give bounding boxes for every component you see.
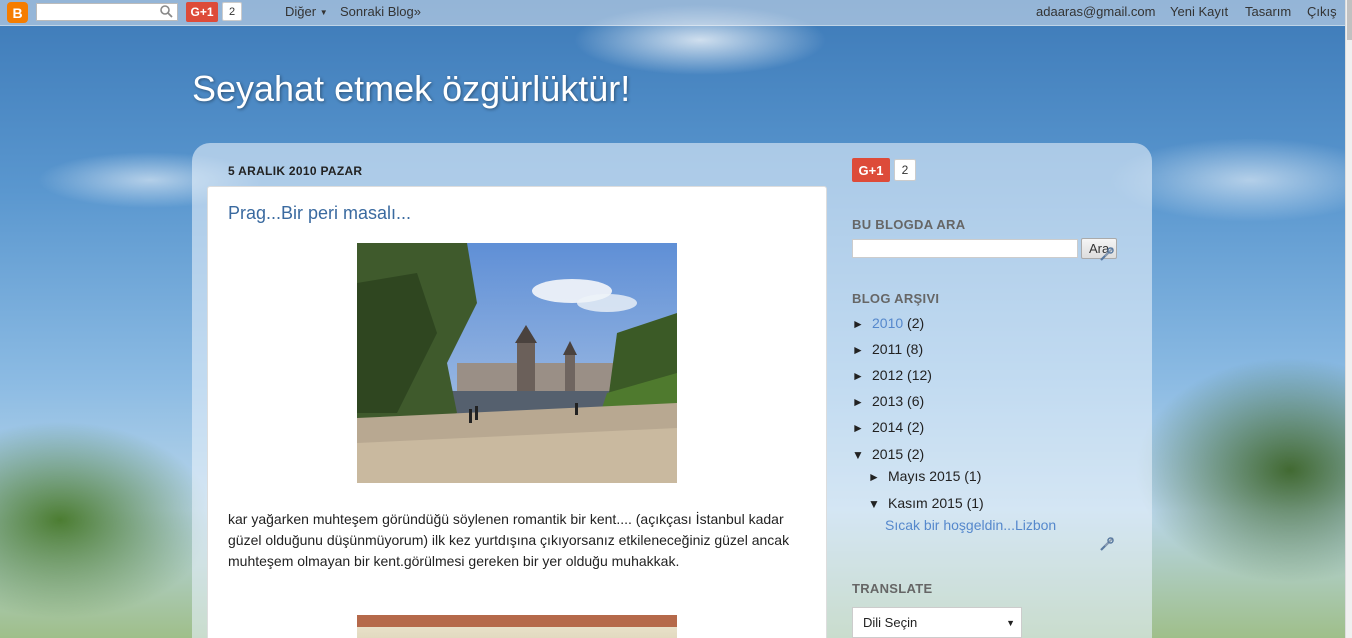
- archive-month-nov-2015[interactable]: ▼ Kasım 2015 (1): [868, 495, 984, 511]
- archive-month-label[interactable]: Kasım 2015: [888, 495, 963, 511]
- post-title[interactable]: Prag...Bir peri masalı...: [228, 203, 411, 224]
- navbar-search: [36, 3, 178, 21]
- navbar-search-input[interactable]: [37, 4, 157, 20]
- archive-count: (2): [907, 419, 925, 435]
- edit-widget-icon[interactable]: [1097, 244, 1117, 264]
- more-menu-label: Diğer: [285, 4, 317, 19]
- post-date: 5 ARALIK 2010 PAZAR: [228, 164, 363, 178]
- archive-count: (1): [966, 495, 984, 511]
- archive-year-2013[interactable]: ► 2013 (6): [852, 393, 924, 409]
- archive-year-2015[interactable]: ▼ 2015 (2): [852, 446, 924, 462]
- collapse-arrow-icon[interactable]: ▼: [852, 448, 872, 462]
- translate-widget-title: TRANSLATE: [852, 581, 933, 596]
- edit-widget-icon[interactable]: [1097, 534, 1117, 554]
- next-blog-link[interactable]: Sonraki Blog»: [340, 4, 421, 19]
- blogger-navbar: B G+1 2 Diğer ▼ Sonraki Blog» adaaras@gm…: [0, 0, 1345, 26]
- gplus-count: 2: [222, 2, 242, 21]
- search-icon[interactable]: [160, 5, 173, 21]
- post: Prag...Bir peri masalı... kar yağarken m…: [207, 186, 827, 638]
- design-link[interactable]: Tasarım: [1245, 4, 1291, 19]
- archive-year-label[interactable]: 2013: [872, 393, 903, 409]
- more-menu[interactable]: Diğer ▼: [285, 4, 328, 19]
- expand-arrow-icon[interactable]: ►: [852, 369, 872, 383]
- language-select[interactable]: Dili Seçin ▼: [852, 607, 1022, 638]
- archive-post-link[interactable]: Sıcak bir hoşgeldin...Lizbon: [885, 517, 1056, 533]
- archive-count: (8): [906, 341, 924, 357]
- collapse-arrow-icon[interactable]: ▼: [868, 497, 888, 511]
- page-scrollbar[interactable]: [1345, 0, 1352, 638]
- language-select-value: Dili Seçin: [863, 615, 918, 630]
- sidebar-gplus-button[interactable]: G+1: [852, 158, 890, 182]
- archive-year-2011[interactable]: ► 2011 (8): [852, 341, 923, 357]
- archive-year-2010[interactable]: ► 2010 (2): [852, 315, 924, 331]
- archive-count: (6): [907, 393, 925, 409]
- archive-year-label[interactable]: 2015: [872, 446, 903, 462]
- archive-year-label[interactable]: 2014: [872, 419, 903, 435]
- blogger-logo-icon[interactable]: B: [7, 2, 28, 23]
- archive-year-label[interactable]: 2011: [872, 341, 902, 357]
- archive-month-may-2015[interactable]: ► Mayıs 2015 (1): [868, 468, 981, 484]
- archive-year-2014[interactable]: ► 2014 (2): [852, 419, 924, 435]
- gplus-button[interactable]: G+1: [186, 2, 218, 22]
- archive-year-2012[interactable]: ► 2012 (12): [852, 367, 932, 383]
- archive-count: (2): [907, 315, 925, 331]
- sidebar-gplus-count: 2: [894, 159, 916, 181]
- new-post-link[interactable]: Yeni Kayıt: [1170, 4, 1228, 19]
- user-email[interactable]: adaaras@gmail.com: [1036, 4, 1155, 19]
- archive-year-label[interactable]: 2010: [872, 315, 903, 331]
- blog-title[interactable]: Seyahat etmek özgürlüktür!: [192, 68, 630, 110]
- dropdown-arrow-icon: ▼: [1006, 617, 1015, 628]
- logout-link[interactable]: Çıkış: [1307, 4, 1337, 19]
- search-widget-title: BU BLOGDA ARA: [852, 217, 966, 232]
- archive-count: (12): [907, 367, 932, 383]
- expand-arrow-icon[interactable]: ►: [868, 470, 888, 484]
- expand-arrow-icon[interactable]: ►: [852, 395, 872, 409]
- caret-down-icon: ▼: [319, 8, 328, 18]
- post-body-text: kar yağarken muhteşem göründüğü söylenen…: [228, 511, 790, 569]
- archive-widget-title: BLOG ARŞIVI: [852, 291, 940, 306]
- expand-arrow-icon[interactable]: ►: [852, 343, 872, 357]
- archive-month-label[interactable]: Mayıs 2015: [888, 468, 960, 484]
- scrollbar-thumb[interactable]: [1347, 0, 1352, 40]
- expand-arrow-icon[interactable]: ►: [852, 317, 872, 331]
- post-image-second[interactable]: [357, 615, 677, 638]
- archive-count: (2): [907, 446, 925, 462]
- expand-arrow-icon[interactable]: ►: [852, 421, 872, 435]
- archive-year-label[interactable]: 2012: [872, 367, 903, 383]
- blog-search-input[interactable]: [852, 239, 1078, 258]
- post-image-prague[interactable]: [357, 243, 677, 483]
- archive-count: (1): [964, 468, 982, 484]
